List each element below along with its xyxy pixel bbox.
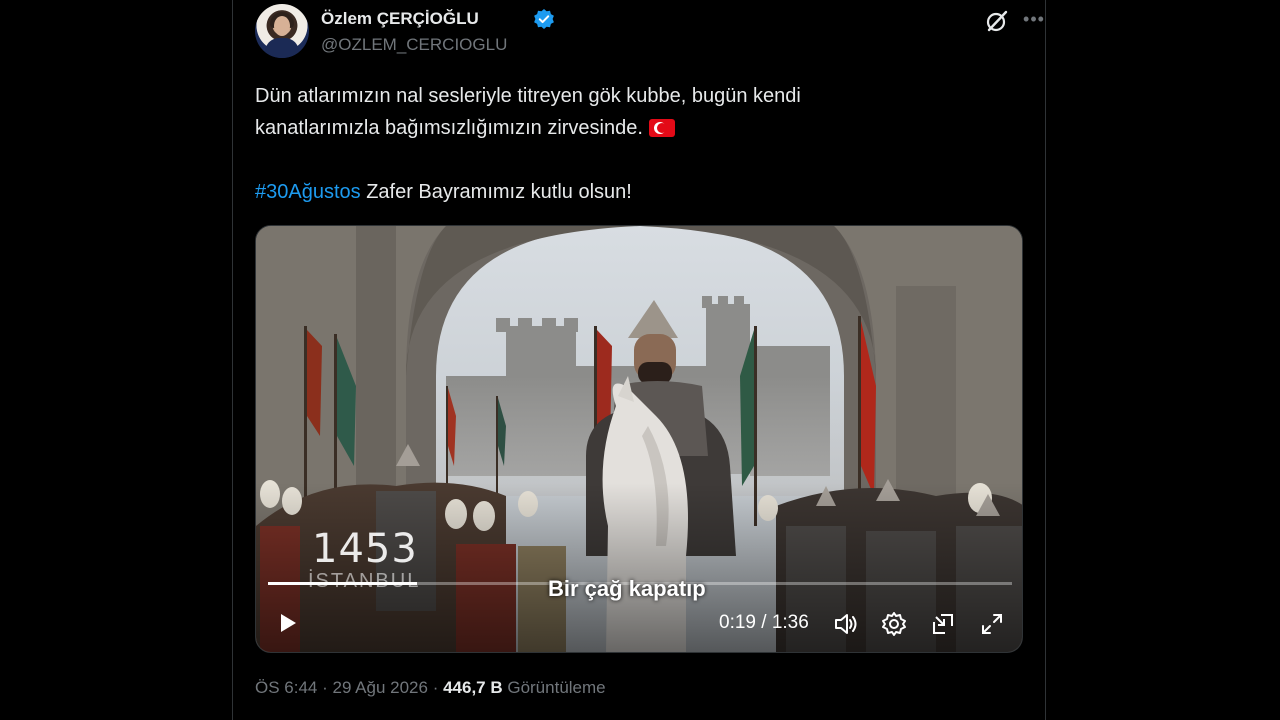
grok-icon[interactable]	[984, 8, 1010, 34]
duration: 1:36	[771, 612, 809, 633]
play-icon[interactable]	[274, 610, 300, 636]
pip-icon[interactable]	[929, 610, 957, 638]
settings-icon[interactable]	[880, 610, 908, 638]
video-time: 0:19 / 1:36	[719, 612, 809, 634]
hashtag-link[interactable]: #30Ağustos	[255, 181, 361, 203]
more-options-icon[interactable]: •••	[1021, 6, 1047, 32]
meta-separator: ·	[317, 678, 333, 697]
display-name[interactable]: Özlem ÇERÇİOĞLU	[321, 9, 479, 29]
views-label: Görüntüleme	[502, 678, 606, 697]
video-player[interactable]: 1453 İSTANBUL Bir çağ kapatıp 0:19 / 1:3…	[255, 225, 1023, 653]
time-separator: /	[755, 612, 772, 633]
video-watermark-year: 1453	[312, 526, 418, 572]
tweet-text: Dün atlarımızın nal sesleriyle titreyen …	[255, 80, 1025, 203]
fullscreen-icon[interactable]	[978, 610, 1006, 638]
volume-icon[interactable]	[831, 610, 859, 638]
meta-separator-2: ·	[427, 678, 444, 697]
views-count: 446,7 B	[443, 678, 503, 697]
video-controls: 0:19 / 1:36	[256, 598, 1022, 652]
verified-badge-icon[interactable]	[533, 8, 555, 30]
video-progress-fill	[268, 582, 417, 585]
tweet-time[interactable]: ÖS 6:44	[255, 678, 317, 697]
tweet-header: Özlem ÇERÇİOĞLU @OZLEM_CERCIOGLU •••	[255, 4, 1044, 60]
tweet-line-2: kanatlarımızla bağımsızlığımızın zirvesi…	[255, 112, 1025, 144]
tweet-line-2-text: kanatlarımızla bağımsızlığımızın zirvesi…	[255, 117, 643, 139]
tweet-line-3-text: Zafer Bayramımız kutlu olsun!	[360, 181, 632, 203]
tweet-date[interactable]: 29 Ağu 2026	[332, 678, 427, 697]
current-time: 0:19	[719, 612, 756, 633]
tweet-line-1: Dün atlarımızın nal sesleriyle titreyen …	[255, 85, 801, 107]
tweet-line-3: #30Ağustos Zafer Bayramımız kutlu olsun!	[255, 176, 632, 208]
user-handle[interactable]: @OZLEM_CERCIOGLU	[321, 35, 507, 55]
avatar-suit	[265, 38, 299, 58]
turkish-flag-icon	[648, 119, 675, 137]
avatar[interactable]	[255, 4, 309, 58]
tweet-meta: ÖS 6:44 · 29 Ağu 2026 · 446,7 B Görüntül…	[255, 678, 606, 698]
tweet-column: Özlem ÇERÇİOĞLU @OZLEM_CERCIOGLU ••• Dün…	[232, 0, 1046, 720]
avatar-face	[274, 16, 290, 36]
